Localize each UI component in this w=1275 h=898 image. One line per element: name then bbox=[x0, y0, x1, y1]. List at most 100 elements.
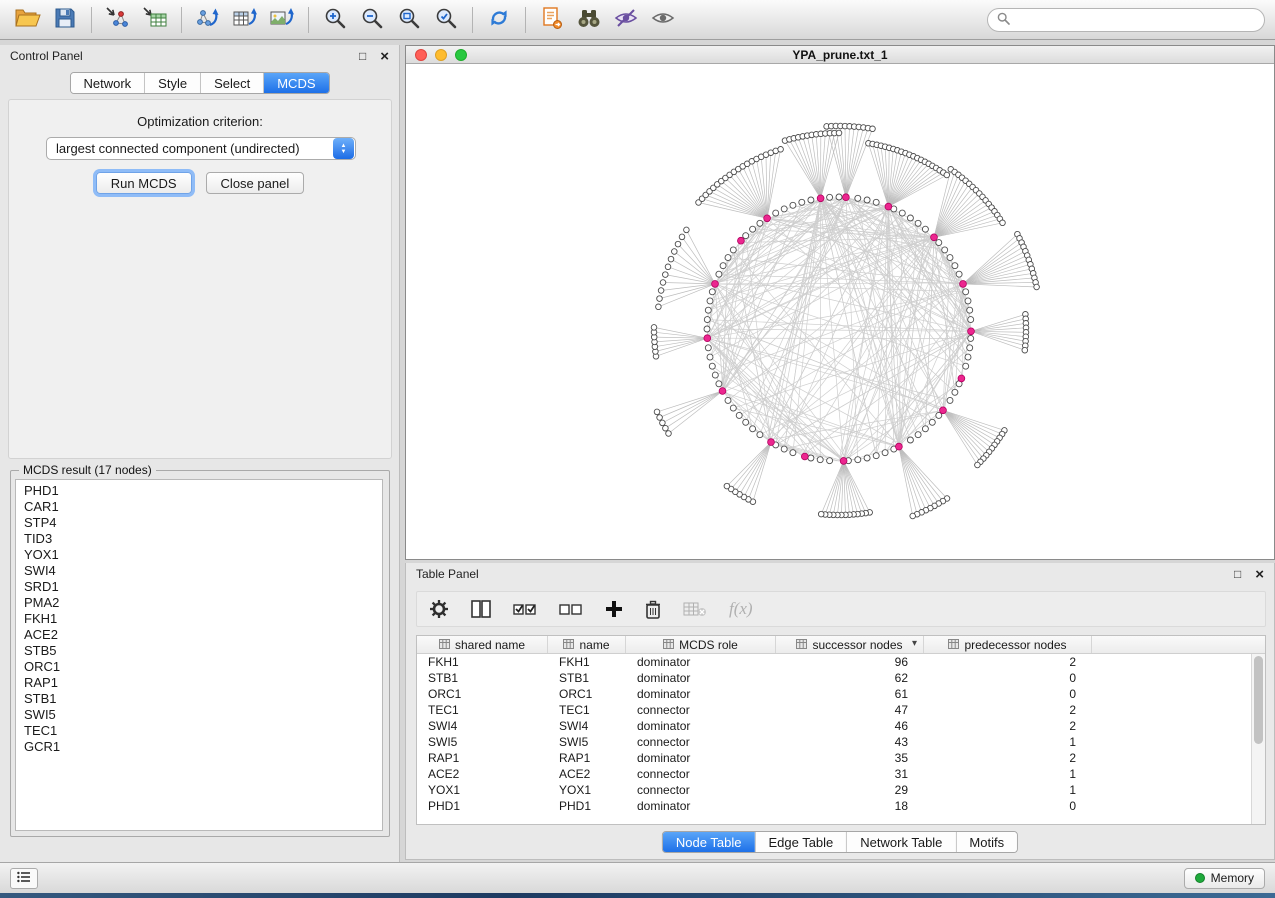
export-network-button[interactable] bbox=[190, 4, 226, 36]
column-header-shared-name[interactable]: shared name bbox=[417, 636, 548, 653]
table-cell: YOX1 bbox=[548, 783, 626, 797]
show-columns-icon[interactable] bbox=[471, 600, 491, 618]
tab-network-table[interactable]: Network Table bbox=[846, 832, 955, 852]
close-panel-button[interactable]: Close panel bbox=[206, 172, 305, 194]
save-session-icon bbox=[54, 7, 76, 32]
close-window-icon[interactable] bbox=[415, 49, 427, 61]
table-row[interactable]: ORC1ORC1dominator610 bbox=[417, 686, 1265, 702]
clipboard-button[interactable] bbox=[534, 4, 570, 36]
network-window-title: YPA_prune.txt_1 bbox=[792, 48, 887, 62]
show-graphics-button[interactable] bbox=[645, 4, 681, 36]
mcds-result-item[interactable]: PHD1 bbox=[16, 483, 382, 499]
optimization-criterion-select[interactable]: largest connected component (undirected)… bbox=[46, 137, 356, 160]
table-row[interactable]: RAP1RAP1dominator352 bbox=[417, 750, 1265, 766]
table-cell: dominator bbox=[626, 751, 776, 765]
open-file-icon bbox=[15, 7, 41, 32]
network-window-titlebar: YPA_prune.txt_1 bbox=[406, 46, 1274, 64]
column-header-predecessor-nodes[interactable]: predecessor nodes bbox=[924, 636, 1092, 653]
table-row[interactable]: FKH1FKH1dominator962 bbox=[417, 654, 1265, 670]
import-network-button[interactable] bbox=[100, 4, 136, 36]
mcds-result-item[interactable]: GCR1 bbox=[16, 739, 382, 755]
list-icon bbox=[17, 871, 31, 886]
open-file-button[interactable] bbox=[10, 4, 46, 36]
search-input[interactable] bbox=[1016, 13, 1255, 27]
float-window-icon[interactable]: □ bbox=[1234, 568, 1241, 580]
tab-network[interactable]: Network bbox=[70, 73, 144, 93]
table-row[interactable]: SWI5SWI5connector431 bbox=[417, 734, 1265, 750]
tab-motifs[interactable]: Motifs bbox=[955, 832, 1017, 852]
table-row[interactable]: YOX1YOX1connector291 bbox=[417, 782, 1265, 798]
mcds-result-item[interactable]: STB5 bbox=[16, 643, 382, 659]
mcds-result-item[interactable]: SRD1 bbox=[16, 579, 382, 595]
select-all-icon[interactable] bbox=[513, 600, 537, 618]
toolbar-separator bbox=[525, 7, 526, 33]
export-image-button[interactable] bbox=[264, 4, 300, 36]
mcds-result-item[interactable]: SWI5 bbox=[16, 707, 382, 723]
tab-select[interactable]: Select bbox=[200, 73, 263, 93]
export-table-button[interactable] bbox=[227, 4, 263, 36]
global-search[interactable] bbox=[987, 8, 1265, 32]
toolbar-separator bbox=[181, 7, 182, 33]
table-cell: 2 bbox=[924, 655, 1092, 669]
table-cell: PHD1 bbox=[548, 799, 626, 813]
hide-graphics-button[interactable] bbox=[608, 4, 644, 36]
table-row[interactable]: STB1STB1dominator620 bbox=[417, 670, 1265, 686]
tab-style[interactable]: Style bbox=[144, 73, 200, 93]
minimize-window-icon[interactable] bbox=[435, 49, 447, 61]
mcds-result-item[interactable]: YOX1 bbox=[16, 547, 382, 563]
float-window-icon[interactable]: □ bbox=[359, 50, 366, 62]
memory-label: Memory bbox=[1211, 871, 1254, 885]
delete-column-icon[interactable] bbox=[645, 600, 661, 619]
zoom-out-icon bbox=[360, 6, 384, 33]
mcds-result-item[interactable]: TEC1 bbox=[16, 723, 382, 739]
tab-edge-table[interactable]: Edge Table bbox=[754, 832, 846, 852]
deselect-all-icon[interactable] bbox=[559, 600, 583, 618]
refresh-button[interactable] bbox=[481, 4, 517, 36]
tab-mcds[interactable]: MCDS bbox=[263, 73, 328, 93]
mcds-result-item[interactable]: PMA2 bbox=[16, 595, 382, 611]
maximize-window-icon[interactable] bbox=[455, 49, 467, 61]
gear-icon[interactable] bbox=[429, 599, 449, 619]
mcds-result-item[interactable]: TID3 bbox=[16, 531, 382, 547]
export-network-icon bbox=[195, 6, 221, 33]
mcds-result-item[interactable]: CAR1 bbox=[16, 499, 382, 515]
table-scrollbar[interactable] bbox=[1251, 654, 1265, 825]
column-header-MCDS-role[interactable]: MCDS role bbox=[626, 636, 776, 653]
close-panel-icon[interactable]: × bbox=[1255, 567, 1264, 582]
memory-status-icon bbox=[1195, 873, 1205, 883]
table-grid-icon bbox=[563, 638, 574, 652]
tab-node-table[interactable]: Node Table bbox=[663, 832, 755, 852]
zoom-selected-button[interactable] bbox=[428, 4, 464, 36]
zoom-out-button[interactable] bbox=[354, 4, 390, 36]
table-row[interactable]: TEC1TEC1connector472 bbox=[417, 702, 1265, 718]
zoom-in-button[interactable] bbox=[317, 4, 353, 36]
mcds-result-item[interactable]: FKH1 bbox=[16, 611, 382, 627]
scrollbar-thumb[interactable] bbox=[1254, 656, 1263, 744]
network-view-window: YPA_prune.txt_1 bbox=[405, 45, 1275, 560]
run-mcds-button[interactable]: Run MCDS bbox=[96, 172, 192, 194]
memory-button[interactable]: Memory bbox=[1184, 868, 1265, 889]
mcds-result-item[interactable]: STP4 bbox=[16, 515, 382, 531]
table-row[interactable]: SWI4SWI4dominator462 bbox=[417, 718, 1265, 734]
table-row[interactable]: PHD1PHD1dominator180 bbox=[417, 798, 1265, 814]
status-bar: Memory bbox=[0, 862, 1275, 893]
mcds-result-item[interactable]: ACE2 bbox=[16, 627, 382, 643]
mcds-result-item[interactable]: STB1 bbox=[16, 691, 382, 707]
network-canvas[interactable] bbox=[406, 64, 1274, 559]
mcds-result-item[interactable]: ORC1 bbox=[16, 659, 382, 675]
table-row[interactable]: ACE2ACE2connector311 bbox=[417, 766, 1265, 782]
search-network-button[interactable] bbox=[571, 4, 607, 36]
table-cell: SWI4 bbox=[417, 719, 548, 733]
mcds-result-item[interactable]: SWI4 bbox=[16, 563, 382, 579]
task-history-button[interactable] bbox=[10, 868, 38, 889]
add-column-icon[interactable] bbox=[605, 600, 623, 618]
save-session-button[interactable] bbox=[47, 4, 83, 36]
zoom-fit-button[interactable] bbox=[391, 4, 427, 36]
mcds-result-item[interactable]: RAP1 bbox=[16, 675, 382, 691]
close-panel-icon[interactable]: × bbox=[380, 49, 389, 64]
import-table-button[interactable] bbox=[137, 4, 173, 36]
table-cell: dominator bbox=[626, 671, 776, 685]
column-header-successor-nodes[interactable]: successor nodes▾ bbox=[776, 636, 924, 653]
column-header-name[interactable]: name bbox=[548, 636, 626, 653]
mcds-tab-pane: Optimization criterion: largest connecte… bbox=[8, 99, 392, 459]
